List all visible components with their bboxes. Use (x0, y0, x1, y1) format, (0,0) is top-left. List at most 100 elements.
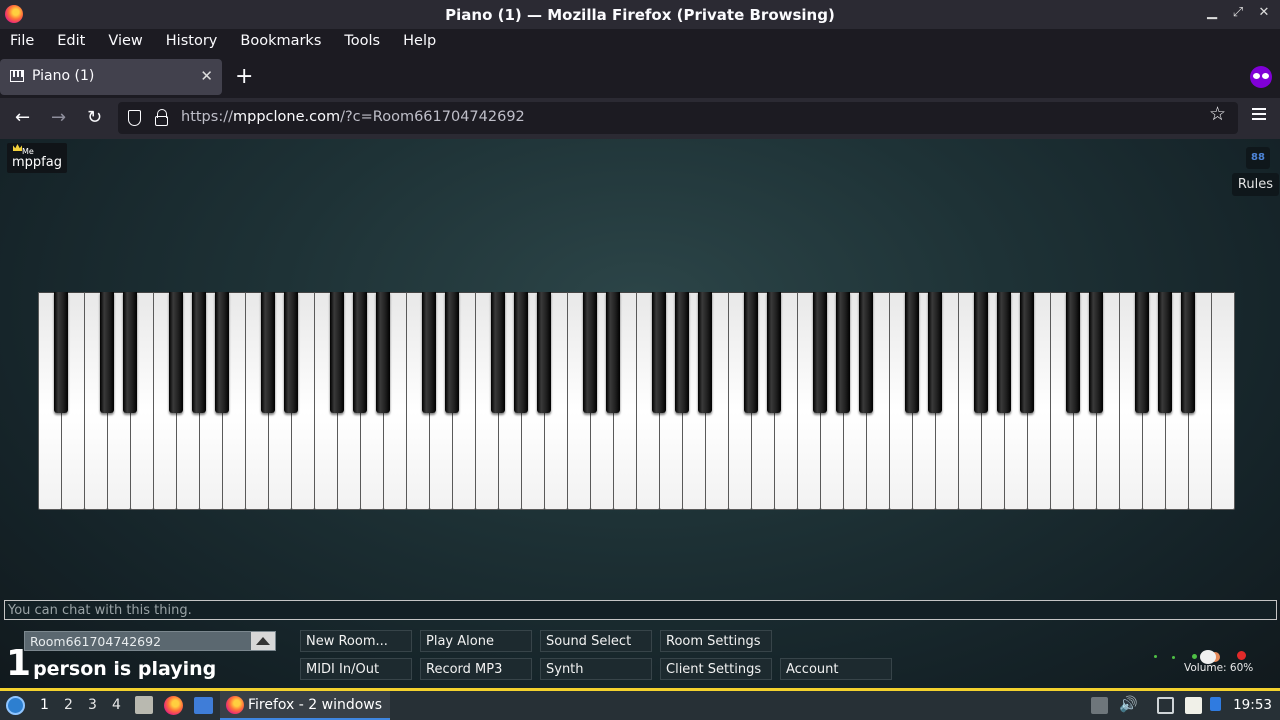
piano-black-key[interactable] (858, 292, 874, 413)
lock-icon[interactable] (155, 109, 168, 126)
url-text[interactable]: https://mppclone.com/?c=Room661704742692 (181, 109, 525, 125)
volume-dot (1172, 656, 1175, 659)
new-room-button[interactable]: New Room... (300, 630, 412, 652)
volume-dot (1192, 654, 1197, 659)
tray-notification-icon[interactable] (1210, 697, 1221, 711)
piano-black-key[interactable] (674, 292, 690, 413)
menu-bookmarks[interactable]: Bookmarks (240, 29, 321, 56)
piano-black-key[interactable] (582, 292, 598, 413)
piano-favicon-icon (10, 70, 24, 82)
rules-icon-button[interactable]: 88 (1246, 147, 1270, 169)
participant-me[interactable]: Me mppfag (7, 143, 67, 173)
piano-black-key[interactable] (536, 292, 552, 413)
tray-clipboard-icon[interactable] (1185, 697, 1202, 714)
piano-black-key[interactable] (513, 292, 529, 413)
room-settings-button[interactable]: Room Settings (660, 630, 772, 652)
taskbar-firefox-task[interactable]: Firefox - 2 windows (220, 691, 390, 720)
menu-view[interactable]: View (108, 29, 142, 56)
piano-black-key[interactable] (122, 292, 138, 413)
volume-label: Volume: 60% (1184, 662, 1254, 674)
room-dropdown-arrow-icon[interactable] (251, 632, 275, 650)
piano-black-key[interactable] (651, 292, 667, 413)
record-mp3-button[interactable]: Record MP3 (420, 658, 532, 680)
sound-select-button[interactable]: Sound Select (540, 630, 652, 652)
menu-bar: File Edit View History Bookmarks Tools H… (0, 29, 1280, 56)
back-button[interactable]: ← (15, 107, 30, 128)
client-settings-button[interactable]: Client Settings (660, 658, 772, 680)
menu-tools[interactable]: Tools (344, 29, 380, 56)
new-tab-button[interactable]: + (235, 64, 253, 89)
bookmark-star-icon[interactable]: ☆ (1209, 103, 1226, 125)
piano-black-key[interactable] (375, 292, 391, 413)
piano-black-key[interactable] (421, 292, 437, 413)
tray-volume-icon[interactable]: 🔊 (1119, 695, 1138, 713)
piano-black-key[interactable] (1157, 292, 1173, 413)
piano-black-key[interactable] (927, 292, 943, 413)
workspace-4[interactable]: 4 (112, 697, 121, 713)
firefox-task-icon (226, 696, 244, 714)
start-menu-icon[interactable] (6, 696, 25, 715)
volume-control[interactable]: Volume: 60% (1150, 648, 1258, 678)
piano-keyboard[interactable] (38, 292, 1235, 510)
piano-black-key[interactable] (99, 292, 115, 413)
synth-button[interactable]: Synth (540, 658, 652, 680)
maximize-button[interactable]: ⤢ (1232, 5, 1244, 20)
piano-black-key[interactable] (1019, 292, 1035, 413)
workspace-2[interactable]: 2 (64, 697, 73, 713)
piano-black-key[interactable] (743, 292, 759, 413)
piano-black-key[interactable] (697, 292, 713, 413)
firefox-launcher-icon[interactable] (164, 696, 183, 715)
terminal-launcher-icon[interactable] (194, 697, 213, 714)
piano-black-key[interactable] (53, 292, 69, 413)
piano-black-key[interactable] (812, 292, 828, 413)
piano-black-key[interactable] (214, 292, 230, 413)
app-menu-icon[interactable] (1252, 108, 1266, 110)
piano-black-key[interactable] (444, 292, 460, 413)
window-titlebar: Piano (1) — Mozilla Firefox (Private Bro… (0, 0, 1280, 29)
piano-white-key[interactable] (1211, 292, 1235, 510)
piano-black-key[interactable] (904, 292, 920, 413)
piano-black-key[interactable] (1134, 292, 1150, 413)
tray-updates-icon[interactable] (1091, 697, 1108, 714)
rules-button[interactable]: Rules (1231, 173, 1279, 196)
piano-black-key[interactable] (260, 292, 276, 413)
piano-black-key[interactable] (352, 292, 368, 413)
tracking-shield-icon[interactable] (128, 110, 141, 126)
menu-help[interactable]: Help (403, 29, 436, 56)
workspace-3[interactable]: 3 (88, 697, 97, 713)
piano-black-key[interactable] (766, 292, 782, 413)
midi-in-out-button[interactable]: MIDI In/Out (300, 658, 412, 680)
piano-black-key[interactable] (1180, 292, 1196, 413)
piano-black-key[interactable] (996, 292, 1012, 413)
player-count-text: person is playing (33, 658, 217, 680)
tab-close-button[interactable]: ✕ (200, 67, 213, 85)
play-alone-button[interactable]: Play Alone (420, 630, 532, 652)
chat-input[interactable]: You can chat with this thing. (4, 600, 1277, 620)
account-button[interactable]: Account (780, 658, 892, 680)
forward-button[interactable]: → (51, 107, 66, 128)
piano-black-key[interactable] (973, 292, 989, 413)
tab-bar: Piano (1) ✕ + (0, 56, 1280, 98)
file-manager-icon[interactable] (135, 696, 153, 714)
piano-black-key[interactable] (168, 292, 184, 413)
tab-piano[interactable]: Piano (1) ✕ (0, 59, 222, 95)
minimize-button[interactable]: ▁ (1206, 5, 1218, 20)
piano-black-key[interactable] (283, 292, 299, 413)
piano-black-key[interactable] (191, 292, 207, 413)
workspace-1[interactable]: 1 (40, 697, 49, 713)
reload-button[interactable]: ↻ (87, 107, 102, 128)
piano-black-key[interactable] (490, 292, 506, 413)
url-bar[interactable]: https://mppclone.com/?c=Room661704742692 (118, 102, 1238, 134)
piano-black-key[interactable] (329, 292, 345, 413)
menu-file[interactable]: File (10, 29, 34, 56)
piano-black-key[interactable] (1065, 292, 1081, 413)
tab-label: Piano (1) (32, 68, 95, 84)
menu-history[interactable]: History (166, 29, 218, 56)
close-window-button[interactable]: ✕ (1258, 5, 1270, 20)
tray-display-icon[interactable] (1157, 697, 1174, 714)
piano-black-key[interactable] (835, 292, 851, 413)
record-indicator-icon (1237, 651, 1246, 660)
piano-black-key[interactable] (605, 292, 621, 413)
piano-black-key[interactable] (1088, 292, 1104, 413)
menu-edit[interactable]: Edit (57, 29, 85, 56)
